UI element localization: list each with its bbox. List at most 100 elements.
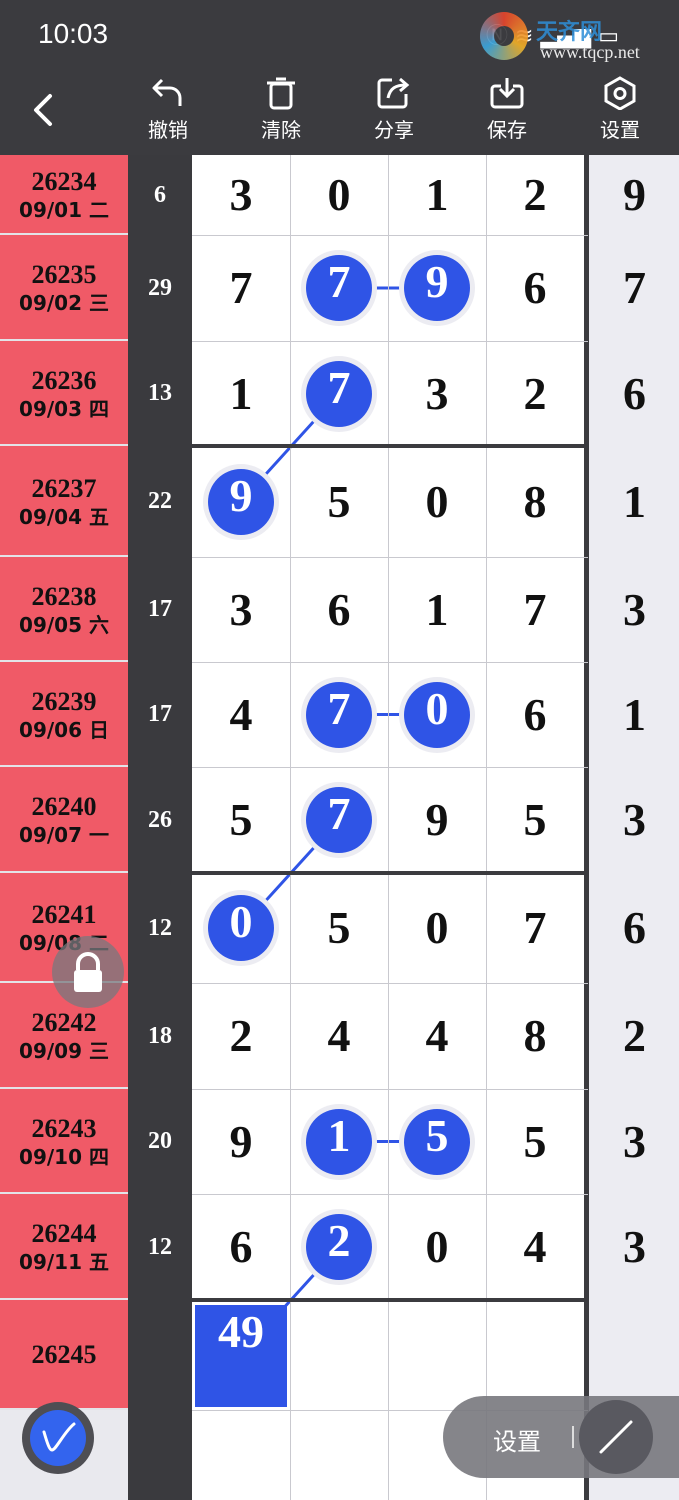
clear-button[interactable]: 清除 xyxy=(241,76,321,148)
extra-digit: 6 xyxy=(623,368,646,419)
digit-cell[interactable]: 6 xyxy=(486,662,584,767)
issue-date: 09/02 三 xyxy=(19,291,109,315)
back-button[interactable] xyxy=(22,88,66,132)
issue-cell: 26236 09/03 四 xyxy=(0,341,128,446)
digit-cell[interactable]: 2 xyxy=(192,983,290,1089)
chevron-left-icon xyxy=(34,94,52,126)
sum-value: 13 xyxy=(148,380,172,406)
digit-cell[interactable]: 2 xyxy=(486,341,584,446)
digit-cell[interactable]: 7 xyxy=(486,873,584,983)
digit-cell[interactable]: 0 xyxy=(388,1194,486,1300)
highlighted-digit[interactable]: 0 xyxy=(208,895,274,961)
issue-cell: 26238 09/05 六 xyxy=(0,557,128,662)
number-grid[interactable]: 26234 09/01 二 6 3 0 1 2 9 26235 09/02 三 29 7 7 9 6 7 262… xyxy=(0,155,679,1500)
trash-icon xyxy=(267,77,295,110)
digit-cell[interactable]: 9 xyxy=(192,1089,290,1194)
sum-value: 12 xyxy=(148,1234,172,1260)
digit-cell[interactable]: 4 xyxy=(388,983,486,1089)
sum-value: 22 xyxy=(148,488,172,514)
line-tool-icon xyxy=(599,1420,633,1454)
digit-cell[interactable]: 5 xyxy=(486,767,584,873)
highlighted-digit[interactable]: 9 xyxy=(404,255,470,321)
digit-cell[interactable]: 5 xyxy=(192,767,290,873)
share-icon xyxy=(377,77,410,109)
digit-cell[interactable]: 8 xyxy=(486,446,584,557)
extra-digit: 9 xyxy=(623,169,646,220)
undo-icon xyxy=(152,78,182,106)
prediction-cell[interactable]: 49 xyxy=(195,1305,287,1407)
issue-cell: 26235 09/02 三 xyxy=(0,235,128,341)
digit-cell[interactable]: 7 xyxy=(192,235,290,341)
share-button[interactable]: 分享 xyxy=(354,76,434,148)
row-divider xyxy=(192,1298,588,1302)
draw-line-button[interactable] xyxy=(579,1400,653,1474)
digit-cell[interactable]: 2 xyxy=(486,155,584,235)
digit-cell[interactable]: 5 xyxy=(486,1089,584,1194)
issue-number: 26238 xyxy=(31,581,97,611)
issue-number: 26237 xyxy=(31,473,97,503)
digit-cell[interactable]: 4 xyxy=(192,662,290,767)
digit-cell[interactable]: 6 xyxy=(192,1194,290,1300)
save-button[interactable]: 保存 xyxy=(467,76,547,148)
highlighted-digit[interactable]: 2 xyxy=(306,1214,372,1280)
sum-value: 29 xyxy=(148,275,172,301)
highlighted-digit[interactable]: 5 xyxy=(404,1108,470,1175)
digit-cell[interactable]: 6 xyxy=(290,557,388,662)
digit-cell[interactable]: 9 xyxy=(388,767,486,873)
status-time: 10:03 xyxy=(38,18,109,49)
issue-date: 09/03 四 xyxy=(19,396,109,421)
floating-settings-button[interactable]: 设置 xyxy=(493,1422,541,1457)
digit-cell[interactable]: 5 xyxy=(290,446,388,557)
extra-digit: 3 xyxy=(623,1116,646,1167)
sum-value: 20 xyxy=(148,1128,172,1154)
digit-cell[interactable]: 4 xyxy=(486,1194,584,1300)
digit-cell[interactable]: 0 xyxy=(290,155,388,235)
highlighted-digit[interactable]: 7 xyxy=(306,787,372,853)
issue-cell: 26234 09/01 二 xyxy=(0,155,128,235)
issue-cell: 26237 09/04 五 xyxy=(0,446,128,557)
sum-value: 6 xyxy=(154,182,166,208)
issue-number: 26241 xyxy=(31,900,97,929)
digit-cell[interactable]: 3 xyxy=(192,155,290,235)
highlighted-digit[interactable]: 0 xyxy=(404,681,470,748)
digit-cell[interactable]: 1 xyxy=(192,341,290,446)
extra-digit: 1 xyxy=(623,689,646,740)
digit-cell[interactable]: 0 xyxy=(388,873,486,983)
digit-cell[interactable]: 1 xyxy=(388,155,486,235)
sum-value: 26 xyxy=(148,807,172,833)
issue-number: 26240 xyxy=(31,792,97,821)
issue-number: 26243 xyxy=(31,1113,97,1143)
extra-digit: 1 xyxy=(623,476,646,527)
sum-value: 17 xyxy=(148,596,172,622)
pen-button[interactable] xyxy=(22,1402,94,1474)
issue-date: 09/04 五 xyxy=(19,504,109,529)
undo-button[interactable]: 撤销 xyxy=(128,76,208,148)
extra-digit: 6 xyxy=(623,902,646,953)
issue-date: 09/10 四 xyxy=(19,1144,109,1169)
extra-digit: 7 xyxy=(623,262,646,313)
settings-label: 设置 xyxy=(600,118,640,142)
digit-cell[interactable]: 1 xyxy=(388,557,486,662)
issue-cell: 26240 09/07 一 xyxy=(0,767,128,873)
floating-settings-bar: 设置 xyxy=(443,1396,679,1478)
top-toolbar: 10:03 Ⓝ ≋ ▂▄▆ ▭ 天齐网 www.tqcp.net 撤销 清除 xyxy=(0,0,679,155)
highlighted-digit[interactable]: 9 xyxy=(208,468,274,535)
highlighted-digit[interactable]: 7 xyxy=(306,255,372,321)
highlighted-digit[interactable]: 1 xyxy=(306,1108,372,1175)
digit-cell[interactable]: 0 xyxy=(388,446,486,557)
sum-value xyxy=(128,1300,192,1410)
digit-cell[interactable]: 7 xyxy=(486,557,584,662)
settings-button[interactable]: 设置 xyxy=(580,76,660,148)
digit-cell[interactable]: 3 xyxy=(388,341,486,446)
issue-number: 26242 xyxy=(31,1008,97,1037)
extra-digit: 3 xyxy=(623,1221,646,1272)
digit-cell[interactable]: 5 xyxy=(290,873,388,983)
watermark: 天齐网 www.tqcp.net xyxy=(480,12,670,72)
digit-cell[interactable]: 8 xyxy=(486,983,584,1089)
lock-button[interactable] xyxy=(52,936,124,1008)
digit-cell[interactable]: 6 xyxy=(486,235,584,341)
highlighted-digit[interactable]: 7 xyxy=(306,681,372,748)
digit-cell[interactable]: 3 xyxy=(192,557,290,662)
highlighted-digit[interactable]: 7 xyxy=(306,360,372,427)
digit-cell[interactable]: 4 xyxy=(290,983,388,1089)
